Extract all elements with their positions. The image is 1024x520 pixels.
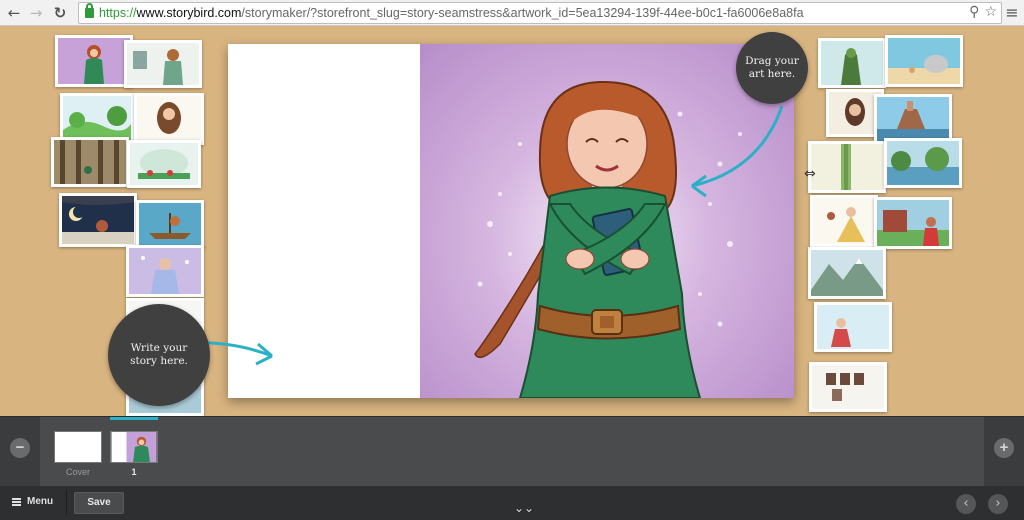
- resize-cursor-icon: ⇔: [804, 166, 816, 182]
- page-thumbnail-label: Cover: [65, 467, 90, 477]
- page-thumbnail-image: [110, 431, 158, 463]
- write-story-hint: Write your story here.: [108, 304, 210, 406]
- drag-art-hint: Drag your art here.: [736, 32, 808, 104]
- page-thumbnail-1[interactable]: [110, 417, 158, 463]
- filmstrip-track: Cover 1: [40, 417, 984, 487]
- page-thumbnail-label: 1: [131, 467, 137, 477]
- hamburger-icon: [12, 497, 21, 506]
- menu-button[interactable]: Menu: [12, 496, 53, 507]
- write-story-hint-text: Write your story here.: [130, 342, 188, 367]
- minus-circle-icon[interactable]: −: [10, 438, 30, 458]
- double-chevron-down-icon[interactable]: ⌄⌄: [514, 502, 534, 514]
- chevron-left-icon[interactable]: ‹: [956, 494, 976, 514]
- toolbar-divider: [66, 490, 67, 516]
- page-thumbnail-cover[interactable]: [54, 431, 102, 463]
- menu-button-label: Menu: [27, 496, 54, 507]
- page-filmstrip: − Cover 1 +: [0, 416, 1024, 487]
- save-button[interactable]: Save: [74, 492, 124, 514]
- chevron-right-icon[interactable]: ›: [988, 494, 1008, 514]
- plus-circle-icon[interactable]: +: [994, 438, 1014, 458]
- drag-art-hint-text: Drag your art here.: [745, 55, 799, 80]
- bottom-toolbar: Menu Save ⌄⌄ ‹ ›: [0, 486, 1024, 520]
